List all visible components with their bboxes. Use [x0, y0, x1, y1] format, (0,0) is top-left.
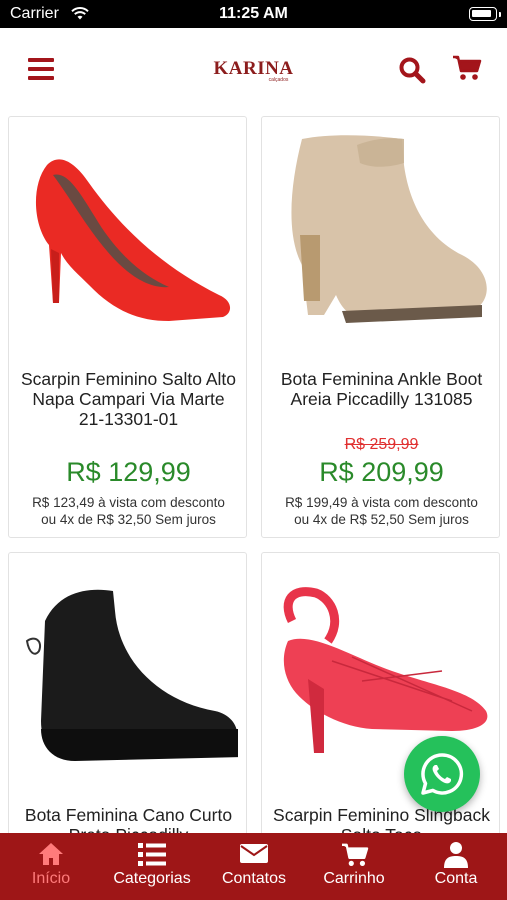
payment-info: R$ 199,49 à vista com desconto ou 4x de …	[262, 494, 501, 528]
product-grid: Scarpin Feminino Salto Alto Napa Campari…	[0, 110, 507, 833]
tab-inicio[interactable]: Início	[8, 833, 94, 900]
product-price: R$ 129,99	[66, 457, 191, 487]
tab-categorias[interactable]: Categorias	[104, 833, 200, 900]
clock: 11:25 AM	[219, 5, 288, 22]
tab-label: Carrinho	[323, 870, 385, 887]
home-icon	[39, 843, 63, 865]
product-card[interactable]: Bota Feminina Cano Curto Preta Piccadill…	[8, 552, 247, 833]
brand-logo[interactable]: KARINA calçados	[0, 58, 507, 83]
cart-icon[interactable]	[452, 54, 482, 82]
user-icon	[444, 842, 468, 868]
envelope-icon	[240, 844, 268, 863]
whatsapp-button[interactable]	[404, 736, 480, 812]
installments: ou 4x de R$ 52,50 Sem juros	[294, 512, 469, 527]
cash-price: R$ 199,49 à vista com desconto	[285, 495, 478, 510]
product-price: R$ 209,99	[319, 457, 444, 487]
tab-contatos[interactable]: Contatos	[210, 833, 298, 900]
product-name[interactable]: Bota Feminina Ankle Boot Areia Piccadill…	[272, 369, 491, 409]
product-name[interactable]: Bota Feminina Cano Curto Preta Piccadill…	[19, 805, 238, 833]
whatsapp-icon	[421, 753, 464, 795]
tab-label: Contatos	[221, 870, 287, 887]
payment-info: R$ 123,49 à vista com desconto ou 4x de …	[9, 494, 248, 528]
status-bar: Carrier 11:25 AM	[0, 0, 507, 28]
tab-carrinho[interactable]: Carrinho	[308, 833, 400, 900]
product-image-beige-ankle-boot[interactable]	[272, 125, 491, 335]
product-image-red-pump[interactable]	[19, 125, 238, 335]
brand-subtitle: calçados	[268, 77, 289, 83]
product-name[interactable]: Scarpin Feminino Salto Alto Napa Campari…	[19, 369, 238, 429]
tab-conta[interactable]: Conta	[414, 833, 498, 900]
cart-icon	[342, 843, 369, 866]
installments: ou 4x de R$ 32,50 Sem juros	[41, 512, 216, 527]
old-price: R$ 259,99	[344, 436, 419, 453]
product-card[interactable]: Scarpin Feminino Salto Alto Napa Campari…	[8, 116, 247, 538]
battery-icon	[469, 7, 497, 21]
list-icon	[138, 843, 166, 866]
search-icon[interactable]	[398, 56, 426, 84]
tab-label: Início	[31, 870, 71, 887]
app-header: KARINA calçados	[0, 28, 507, 110]
cash-price: R$ 123,49 à vista com desconto	[32, 495, 225, 510]
tab-label: Categorias	[113, 870, 191, 887]
brand-name: KARINA	[213, 58, 294, 79]
product-card[interactable]: Bota Feminina Ankle Boot Areia Piccadill…	[261, 116, 500, 538]
product-image-black-boot[interactable]	[19, 561, 238, 771]
tab-label: Conta	[434, 870, 478, 887]
product-name[interactable]: Scarpin Feminino Slingback Salto Taça	[272, 805, 491, 833]
bottom-tab-bar: Início Categorias Contatos Carrinho Cont…	[0, 833, 507, 900]
